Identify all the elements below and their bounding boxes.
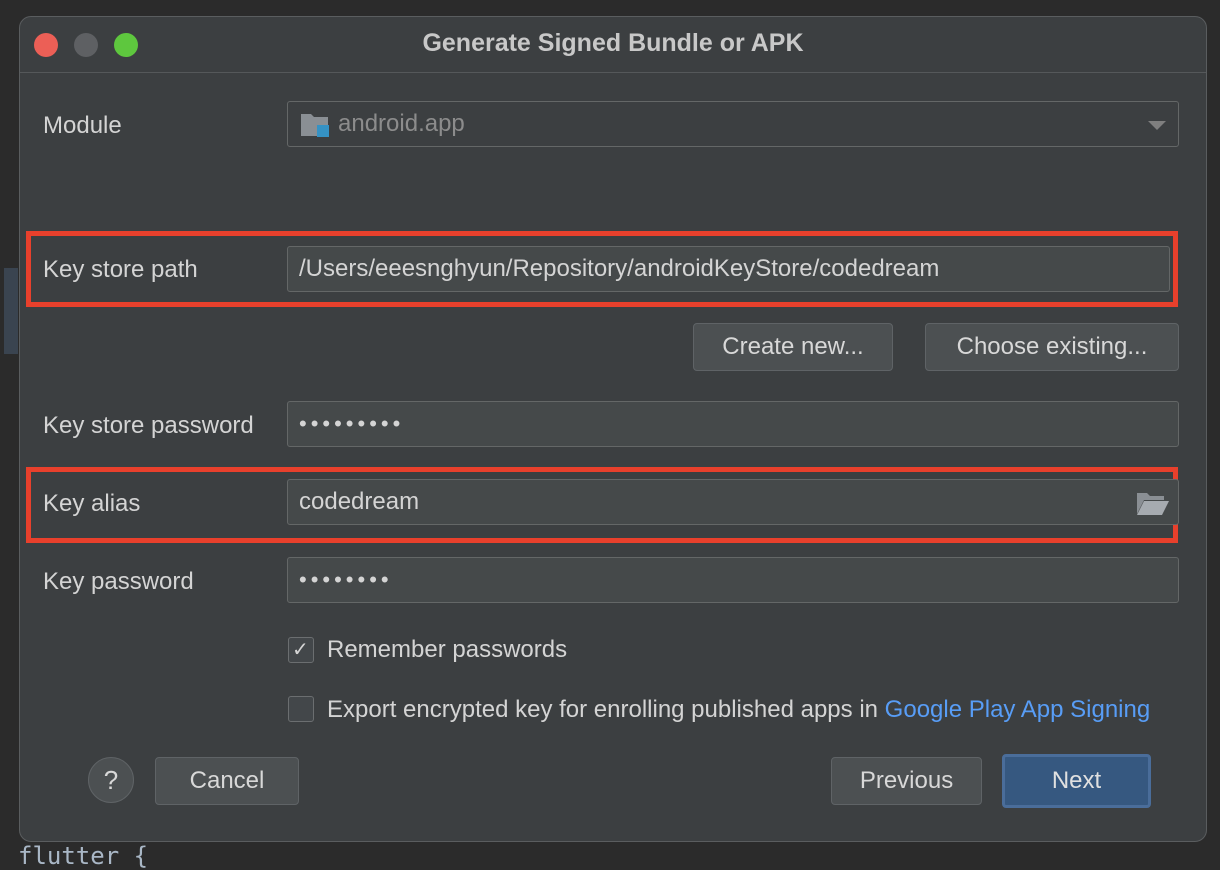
previous-button[interactable]: Previous	[831, 757, 982, 805]
next-button[interactable]: Next	[1002, 754, 1151, 808]
remember-passwords-checkbox[interactable]: ✓	[288, 637, 314, 663]
help-button[interactable]: ?	[88, 757, 134, 803]
export-encrypted-key-checkbox[interactable]	[288, 696, 314, 722]
key-store-password-input[interactable]: •••••••••	[287, 401, 1179, 447]
key-store-path-input[interactable]: /Users/eeesnghyun/Repository/androidKeyS…	[287, 246, 1170, 292]
key-password-input[interactable]: ••••••••	[287, 557, 1179, 603]
module-value: android.app	[338, 110, 465, 137]
chevron-down-icon	[1148, 121, 1166, 130]
background-code-line: flutter {	[18, 842, 149, 870]
generate-signed-bundle-dialog: Generate Signed Bundle or APK Module and…	[19, 16, 1207, 842]
choose-existing-button[interactable]: Choose existing...	[925, 323, 1179, 371]
module-folder-icon	[301, 114, 329, 137]
key-store-password-label: Key store password	[43, 412, 254, 439]
folder-open-icon[interactable]	[1136, 490, 1170, 516]
module-label: Module	[43, 112, 122, 139]
dialog-title: Generate Signed Bundle or APK	[422, 29, 804, 57]
create-new-button[interactable]: Create new...	[693, 323, 893, 371]
remember-passwords-label[interactable]: Remember passwords	[327, 636, 567, 664]
google-play-app-signing-link[interactable]: Google Play App Signing	[885, 696, 1151, 723]
module-dropdown[interactable]: android.app	[287, 101, 1179, 147]
key-password-label: Key password	[43, 568, 194, 595]
key-store-path-label: Key store path	[43, 256, 198, 283]
key-alias-value: codedream	[299, 488, 420, 515]
key-alias-label: Key alias	[43, 490, 141, 517]
export-key-text: Export encrypted key for enrolling publi…	[327, 696, 885, 723]
checkmark-icon: ✓	[292, 639, 309, 661]
export-encrypted-key-label[interactable]: Export encrypted key for enrolling publi…	[327, 696, 1150, 724]
key-alias-input[interactable]: codedream	[287, 479, 1179, 525]
cancel-button[interactable]: Cancel	[155, 757, 299, 805]
title-bar: Generate Signed Bundle or APK	[20, 17, 1206, 73]
editor-gutter-highlight	[4, 268, 18, 354]
